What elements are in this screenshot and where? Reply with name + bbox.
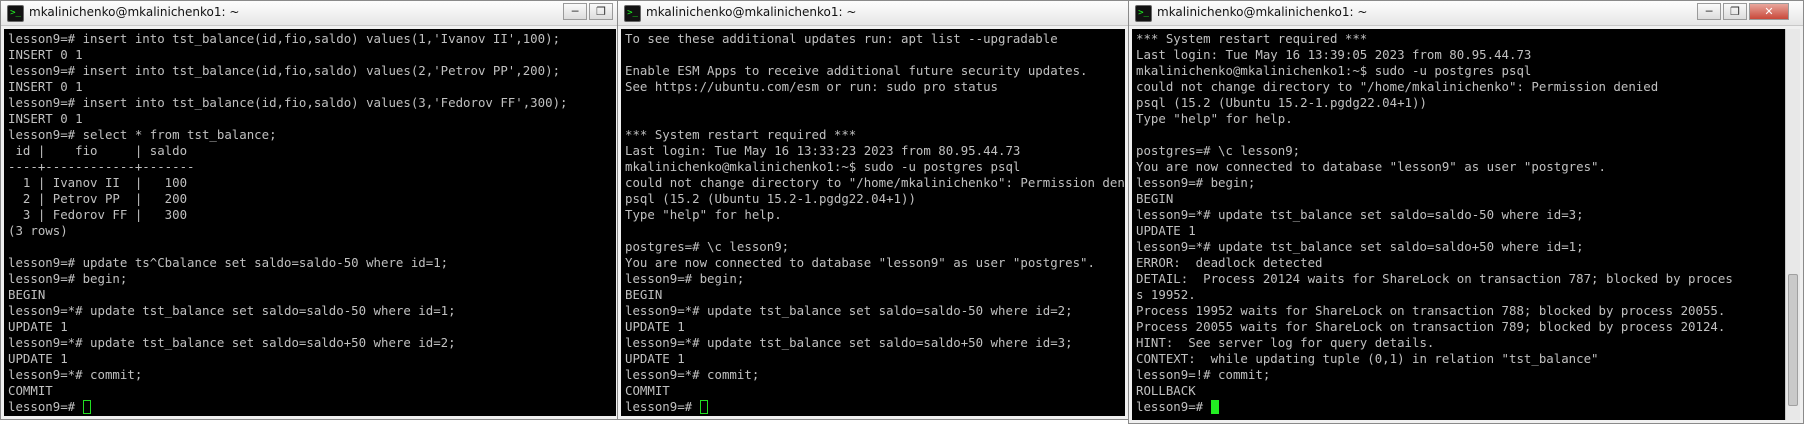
terminal-line: lesson9=!# commit; [1136, 367, 1271, 382]
terminal-line: lesson9=# insert into tst_balance(id,fio… [8, 63, 561, 78]
window-title: mkalinichenko@mkalinichenko1: ~ [646, 5, 857, 19]
terminal-line: See https://ubuntu.com/esm or run: sudo … [625, 79, 998, 94]
terminal-line: lesson9=*# update tst_balance set saldo=… [1136, 207, 1584, 222]
restore-button[interactable]: ❐ [589, 3, 613, 20]
terminal-line: You are now connected to database "lesso… [1136, 159, 1606, 174]
terminal-line: (3 rows) [8, 223, 68, 238]
terminal-line: DETAIL: Process 20124 waits for ShareLoc… [1136, 271, 1733, 286]
terminal-line: id | fio | saldo [8, 143, 188, 158]
shell-prompt: lesson9=# [1136, 399, 1211, 414]
terminal-line: s 19952. [1136, 287, 1196, 302]
terminal-line: Last login: Tue May 16 13:33:23 2023 fro… [625, 143, 1021, 158]
terminal-line: mkalinichenko@mkalinichenko1:~$ sudo -u … [1136, 63, 1532, 78]
terminal-line: Last login: Tue May 16 13:39:05 2023 fro… [1136, 47, 1532, 62]
terminal-line: Process 19952 waits for ShareLock on tra… [1136, 303, 1726, 318]
terminal-output: *** System restart required *** Last log… [1132, 29, 1785, 417]
terminal-line: UPDATE 1 [8, 351, 68, 366]
scrollbar-thumb[interactable] [1788, 274, 1798, 406]
terminal-line: BEGIN [8, 287, 46, 302]
terminal-line: To see these additional updates run: apt… [625, 31, 1058, 46]
restore-button[interactable]: ❐ [1723, 3, 1747, 20]
terminal-line: ROLLBACK [1136, 383, 1196, 398]
terminal-line: UPDATE 1 [625, 351, 685, 366]
window-titlebar[interactable]: >_ mkalinichenko@mkalinichenko1: ~ [618, 1, 1128, 26]
terminal-line: Type "help" for help. [625, 207, 782, 222]
terminal-line: *** System restart required *** [1136, 31, 1368, 46]
window-title: mkalinichenko@mkalinichenko1: ~ [1157, 5, 1368, 19]
terminal-line: lesson9=# update ts^Cbalance set saldo=s… [8, 255, 449, 270]
terminal-line: Process 20055 waits for ShareLock on tra… [1136, 319, 1726, 334]
terminal-line: UPDATE 1 [1136, 223, 1196, 238]
terminal-line: CONTEXT: while updating tuple (0,1) in r… [1136, 351, 1599, 366]
terminal-line: COMMIT [625, 383, 670, 398]
terminal-line: lesson9=*# update tst_balance set saldo=… [625, 303, 1073, 318]
vertical-scrollbar[interactable] [1785, 29, 1800, 420]
terminal-line: You are now connected to database "lesso… [625, 255, 1095, 270]
text-cursor [82, 400, 91, 414]
window-titlebar[interactable]: >_ mkalinichenko@mkalinichenko1: ~ ─ ❐ ✕ [1129, 1, 1803, 26]
terminal-line: lesson9=# begin; [1136, 175, 1256, 190]
terminal-screen[interactable]: *** System restart required *** Last log… [1132, 29, 1785, 420]
terminal-line: COMMIT [8, 383, 53, 398]
minimize-button[interactable]: ─ [1697, 3, 1721, 20]
terminal-line: lesson9=# insert into tst_balance(id,fio… [8, 95, 568, 110]
terminal-line: lesson9=*# update tst_balance set saldo=… [1136, 239, 1584, 254]
terminal-line: HINT: See server log for query details. [1136, 335, 1435, 350]
terminal-line: lesson9=*# update tst_balance set saldo=… [8, 335, 456, 350]
terminal-line: lesson9=*# update tst_balance set saldo=… [8, 303, 456, 318]
terminal-line: UPDATE 1 [625, 319, 685, 334]
text-cursor [699, 400, 708, 414]
terminal-line: could not change directory to "/home/mka… [1136, 79, 1659, 94]
terminal-window-3[interactable]: >_ mkalinichenko@mkalinichenko1: ~ ─ ❐ ✕… [1128, 0, 1804, 424]
terminal-output: lesson9=# insert into tst_balance(id,fio… [4, 29, 616, 416]
terminal-line: psql (15.2 (Ubuntu 15.2-1.pgdg22.04+1)) [625, 191, 916, 206]
terminal-line: Type "help" for help. [1136, 111, 1293, 126]
terminal-line: lesson9=# begin; [8, 271, 128, 286]
terminal-line: postgres=# \c lesson9; [1136, 143, 1301, 158]
terminal-line: psql (15.2 (Ubuntu 15.2-1.pgdg22.04+1)) [1136, 95, 1427, 110]
terminal-line: ERROR: deadlock detected [1136, 255, 1323, 270]
minimize-button[interactable]: ─ [563, 3, 587, 20]
terminal-line: BEGIN [1136, 191, 1174, 206]
terminal-line: lesson9=*# commit; [8, 367, 143, 382]
terminal-line: 2 | Petrov PP | 200 [8, 191, 188, 206]
terminal-screen[interactable]: lesson9=# insert into tst_balance(id,fio… [4, 29, 616, 416]
terminal-line: 3 | Fedorov FF | 300 [8, 207, 188, 222]
terminal-window-2[interactable]: >_ mkalinichenko@mkalinichenko1: ~ To se… [617, 0, 1129, 420]
terminal-line: mkalinichenko@mkalinichenko1:~$ sudo -u … [625, 159, 1021, 174]
terminal-line: could not change directory to "/home/mka… [625, 175, 1125, 190]
shell-prompt: lesson9=# [625, 399, 700, 414]
terminal-line: 1 | Ivanov II | 100 [8, 175, 188, 190]
terminal-line: lesson9=*# commit; [625, 367, 760, 382]
putty-terminal-icon: >_ [624, 5, 641, 22]
terminal-line: INSERT 0 1 [8, 111, 83, 126]
terminal-line: lesson9=# select * from tst_balance; [8, 127, 277, 142]
terminal-line: INSERT 0 1 [8, 47, 83, 62]
terminal-line: Enable ESM Apps to receive additional fu… [625, 63, 1088, 78]
terminal-line: BEGIN [625, 287, 663, 302]
terminal-screen[interactable]: To see these additional updates run: apt… [621, 29, 1125, 416]
terminal-output: To see these additional updates run: apt… [621, 29, 1125, 416]
terminal-line: lesson9=# begin; [625, 271, 745, 286]
putty-terminal-icon: >_ [7, 5, 24, 22]
putty-terminal-icon: >_ [1135, 5, 1152, 22]
window-titlebar[interactable]: >_ mkalinichenko@mkalinichenko1: ~ ─ ❐ [1, 1, 619, 26]
terminal-window-1[interactable]: >_ mkalinichenko@mkalinichenko1: ~ ─ ❐ l… [0, 0, 620, 420]
shell-prompt: lesson9=# [8, 399, 83, 414]
terminal-line: UPDATE 1 [8, 319, 68, 334]
text-cursor [1210, 400, 1219, 414]
terminal-line: lesson9=*# update tst_balance set saldo=… [625, 335, 1073, 350]
close-button[interactable]: ✕ [1749, 3, 1789, 20]
terminal-line: postgres=# \c lesson9; [625, 239, 790, 254]
window-title: mkalinichenko@mkalinichenko1: ~ [29, 5, 240, 19]
terminal-line: ----+------------+------- [8, 159, 195, 174]
terminal-line: lesson9=# insert into tst_balance(id,fio… [8, 31, 561, 46]
terminal-line: INSERT 0 1 [8, 79, 83, 94]
terminal-line: *** System restart required *** [625, 127, 857, 142]
